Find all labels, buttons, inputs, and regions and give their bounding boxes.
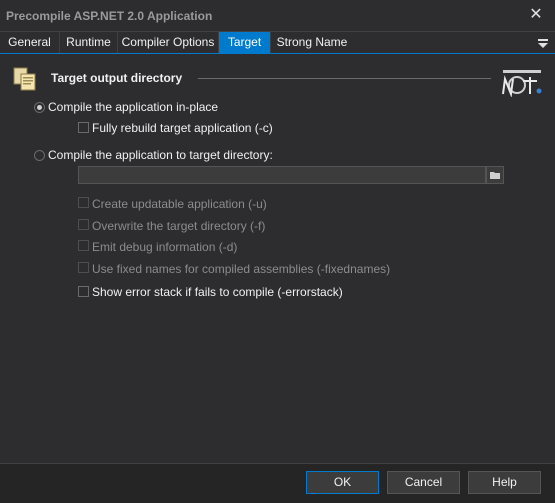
overwrite-target-checkbox[interactable] [78,219,89,230]
ok-button[interactable]: OK [306,471,379,494]
cancel-button[interactable]: Cancel [387,471,460,494]
section-divider [198,78,491,79]
target-directory-input[interactable] [78,166,486,184]
dotnet-logo [497,67,547,97]
close-icon[interactable]: ✕ [527,5,545,25]
compile-inplace-radio[interactable] [34,102,45,113]
show-error-stack-checkbox[interactable] [78,286,89,297]
section-title: Target output directory [51,71,183,85]
compile-target-radio[interactable] [34,150,45,161]
title-bar: Precompile ASP.NET 2.0 Application ✕ [0,0,555,32]
create-updatable-checkbox[interactable] [78,197,89,208]
folder-open-icon [490,172,500,179]
create-updatable-label[interactable]: Create updatable application (-u) [92,197,267,211]
tab-general[interactable]: General [0,32,60,53]
show-error-stack-label[interactable]: Show error stack if fails to compile (-e… [92,285,343,299]
tab-strong-name[interactable]: Strong Name [271,32,353,53]
tab-menu-icon[interactable] [537,37,549,49]
compile-inplace-label[interactable]: Compile the application in-place [48,100,218,114]
help-button[interactable]: Help [468,471,541,494]
tab-bar: General Runtime Compiler Options Target … [0,32,555,54]
emit-debug-label[interactable]: Emit debug information (-d) [92,240,237,254]
overwrite-target-label[interactable]: Overwrite the target directory (-f) [92,219,265,233]
compile-target-label[interactable]: Compile the application to target direct… [48,148,273,162]
fully-rebuild-label[interactable]: Fully rebuild target application (-c) [92,121,273,135]
fixed-names-checkbox[interactable] [78,262,89,273]
fully-rebuild-checkbox[interactable] [78,122,89,133]
tab-target[interactable]: Target [219,32,271,53]
fixed-names-label[interactable]: Use fixed names for compiled assemblies … [92,262,390,276]
emit-debug-checkbox[interactable] [78,240,89,251]
tab-runtime[interactable]: Runtime [60,32,118,53]
copy-files-icon [13,67,36,91]
tab-compiler-options[interactable]: Compiler Options [118,32,219,53]
window-title: Precompile ASP.NET 2.0 Application [6,9,213,23]
browse-button[interactable] [486,166,504,184]
